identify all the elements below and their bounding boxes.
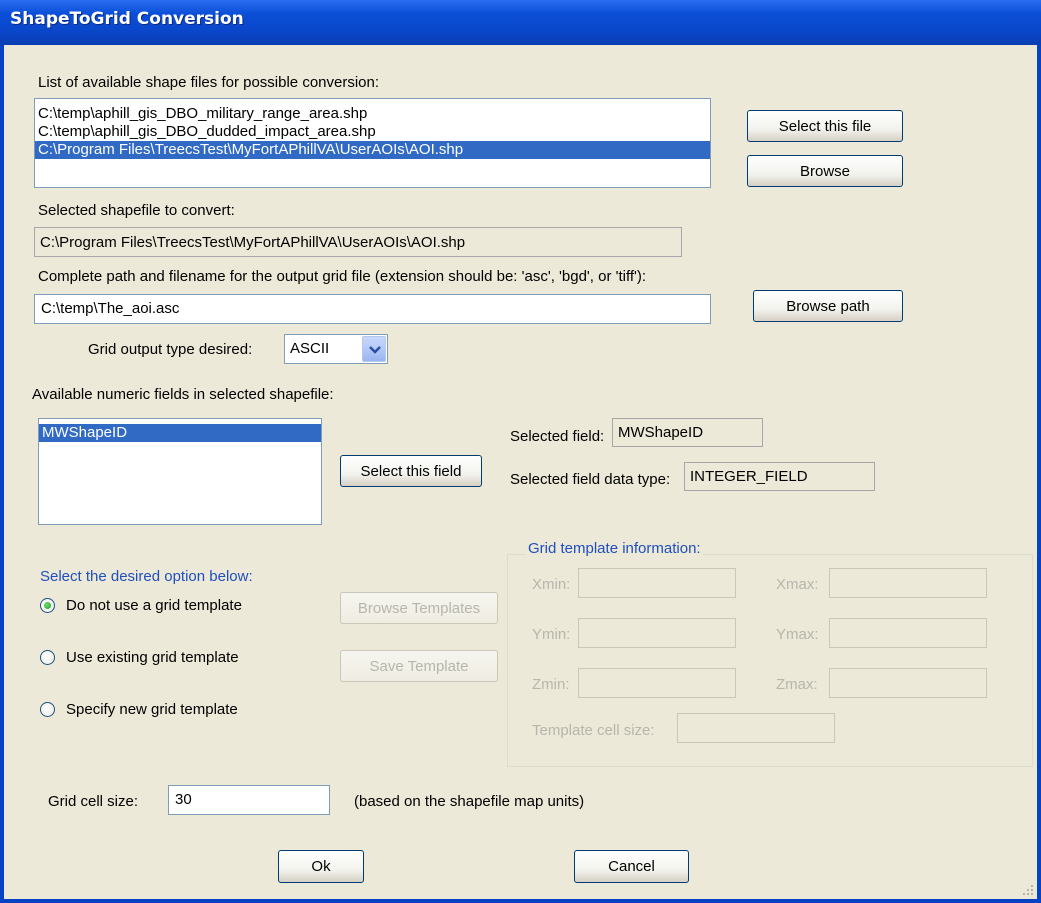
selected-shapefile-field: C:\Program Files\TreecsTest\MyFortAPhill…	[34, 227, 682, 257]
window-border-bottom	[0, 899, 1041, 903]
grid-output-type-select[interactable]: ASCII	[284, 334, 388, 364]
ymin-field	[578, 618, 736, 648]
xmax-label: Xmax:	[776, 576, 819, 593]
grid-output-type-value: ASCII	[290, 340, 330, 357]
shapefile-list-item[interactable]: C:\temp\aphill_gis_DBO_military_range_ar…	[35, 105, 710, 123]
radio-button-icon	[40, 702, 55, 717]
xmin-field	[578, 568, 736, 598]
radio-button-icon	[40, 650, 55, 665]
output-path-label: Complete path and filename for the outpu…	[38, 268, 647, 285]
grid-cell-size-label: Grid cell size:	[48, 793, 139, 810]
selected-field-label: Selected field:	[510, 428, 605, 445]
radio-no-template[interactable]: Do not use a grid template	[40, 597, 242, 614]
chevron-down-icon	[369, 346, 381, 354]
ok-button[interactable]: Ok	[278, 850, 364, 883]
field-data-type-value: INTEGER_FIELD	[684, 462, 875, 491]
grid-output-type-label: Grid output type desired:	[88, 341, 253, 358]
options-heading: Select the desired option below:	[40, 568, 253, 585]
select-file-button[interactable]: Select this file	[747, 110, 903, 142]
window-border-right	[1037, 45, 1041, 903]
shapefile-list-item-selected[interactable]: C:\Program Files\TreecsTest\MyFortAPhill…	[35, 141, 710, 159]
numeric-field-item-selected[interactable]: MWShapeID	[39, 424, 321, 442]
field-data-type-label: Selected field data type:	[510, 471, 671, 488]
browse-path-button[interactable]: Browse path	[753, 290, 903, 322]
template-cell-size-label: Template cell size:	[532, 722, 655, 739]
xmax-field	[829, 568, 987, 598]
window-title: ShapeToGrid Conversion	[10, 9, 244, 29]
radio-new-template-label: Specify new grid template	[66, 701, 238, 718]
save-template-button: Save Template	[340, 650, 498, 682]
grid-cell-size-note: (based on the shapefile map units)	[354, 793, 585, 810]
radio-button-icon	[40, 598, 55, 613]
browse-button[interactable]: Browse	[747, 155, 903, 187]
shapefile-listbox[interactable]: C:\temp\aphill_gis_DBO_military_range_ar…	[34, 98, 711, 188]
window-border-left	[0, 45, 4, 903]
template-cell-size-field	[677, 713, 835, 743]
selected-field-value: MWShapeID	[612, 418, 763, 447]
zmin-label: Zmin:	[532, 676, 570, 693]
select-field-button[interactable]: Select this field	[340, 455, 482, 487]
zmin-field	[578, 668, 736, 698]
radio-existing-template-label: Use existing grid template	[66, 649, 239, 666]
zmax-label: Zmax:	[776, 676, 818, 693]
radio-new-template[interactable]: Specify new grid template	[40, 701, 238, 718]
selected-shapefile-label: Selected shapefile to convert:	[38, 202, 235, 219]
numeric-fields-label: Available numeric fields in selected sha…	[32, 386, 334, 403]
ymax-field	[829, 618, 987, 648]
browse-templates-button: Browse Templates	[340, 592, 498, 624]
radio-existing-template[interactable]: Use existing grid template	[40, 649, 239, 666]
grid-cell-size-input[interactable]: 30	[168, 785, 330, 815]
numeric-fields-listbox[interactable]: MWShapeID	[38, 418, 322, 525]
title-bar[interactable]: ShapeToGrid Conversion	[0, 0, 1041, 45]
resize-grip-icon[interactable]	[1021, 883, 1035, 897]
radio-no-template-label: Do not use a grid template	[66, 597, 242, 614]
output-path-input[interactable]: C:\temp\The_aoi.asc	[34, 294, 711, 324]
shapefile-list-label: List of available shape files for possib…	[38, 74, 380, 91]
cancel-button[interactable]: Cancel	[574, 850, 689, 883]
grid-template-heading: Grid template information:	[526, 540, 703, 557]
shapefile-list-item[interactable]: C:\temp\aphill_gis_DBO_dudded_impact_are…	[35, 123, 710, 141]
ymax-label: Ymax:	[776, 626, 819, 643]
ymin-label: Ymin:	[532, 626, 571, 643]
xmin-label: Xmin:	[532, 576, 571, 593]
zmax-field	[829, 668, 987, 698]
dropdown-button[interactable]	[362, 336, 386, 362]
